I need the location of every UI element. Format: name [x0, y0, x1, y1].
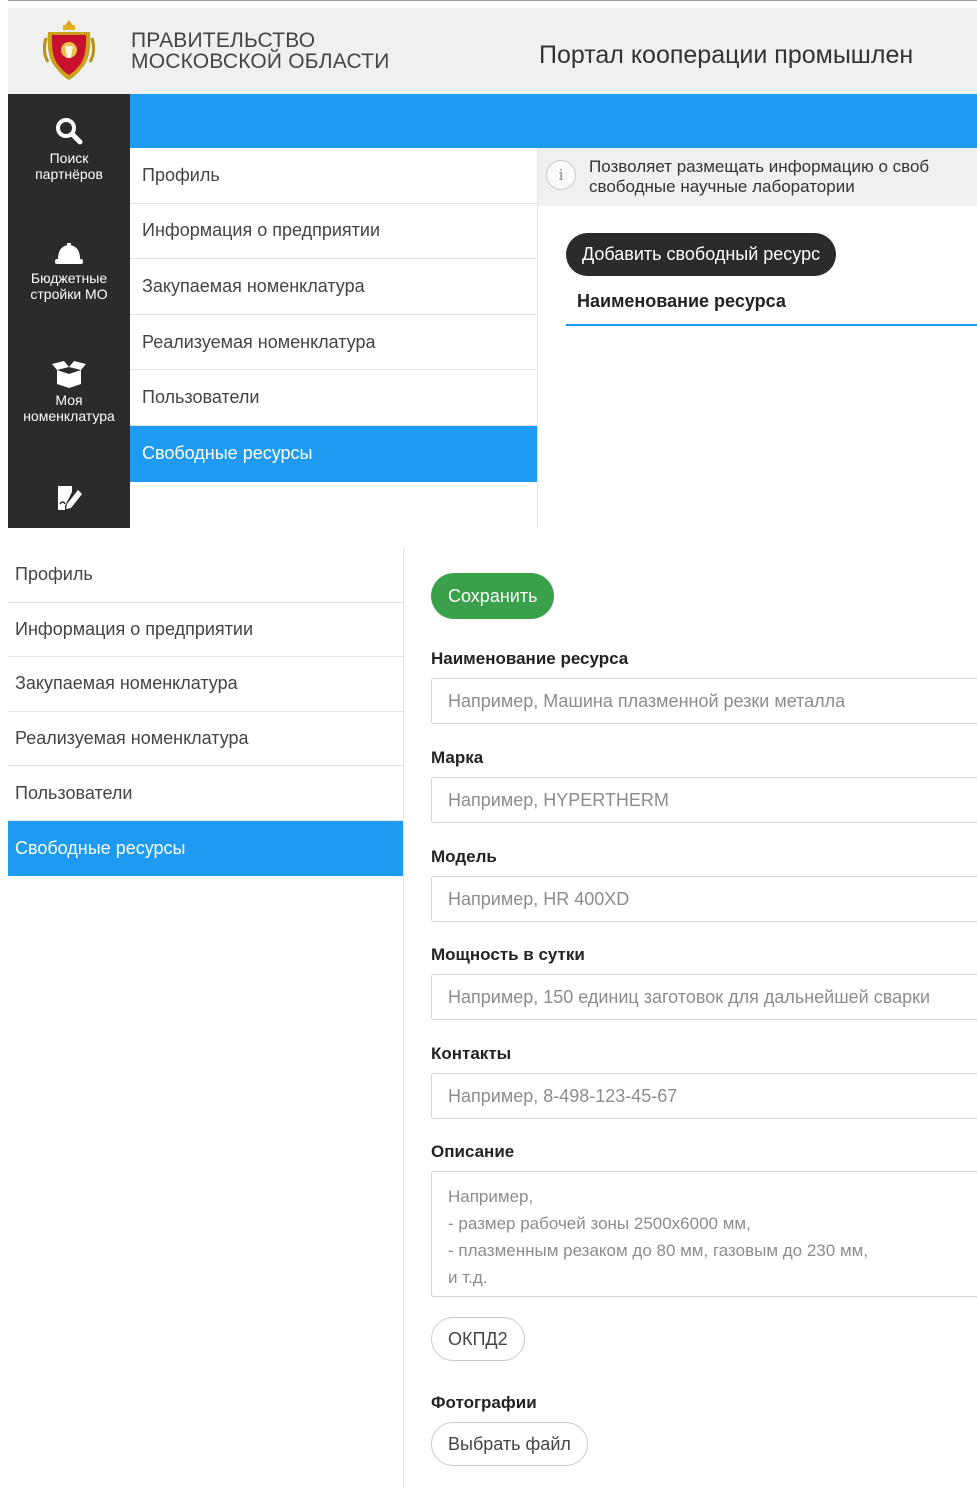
submenu-label: Профиль	[15, 564, 93, 585]
government-title: ПРАВИТЕЛЬСТВО МОСКОВСКОЙ ОБЛАСТИ	[131, 30, 390, 72]
submenu-label: Свободные ресурсы	[142, 443, 313, 464]
submenu-item-company-info[interactable]: Информация о предприятии	[130, 203, 538, 260]
submenu-label: Информация о предприятии	[15, 618, 254, 639]
description-label: Описание	[431, 1142, 515, 1161]
choose-file-button[interactable]: Выбрать файл	[431, 1422, 588, 1466]
blue-top-bar	[130, 94, 977, 148]
form-divider	[403, 548, 404, 1488]
profile-submenu: Профиль Информация о предприятии Закупае…	[8, 548, 403, 876]
save-button[interactable]: Сохранить	[431, 573, 555, 619]
portal-screenshot: ПРАВИТЕЛЬСТВО МОСКОВСКОЙ ОБЛАСТИ Портал …	[8, 0, 977, 528]
resource-form-screenshot: Профиль Информация о предприятии Закупае…	[8, 548, 977, 1488]
info-line2: свободные научные лаборатории	[589, 177, 855, 196]
okpd2-button[interactable]: ОКПД2	[431, 1317, 525, 1361]
contacts-label: Контакты	[431, 1044, 512, 1063]
info-text: Позволяет размещать информацию о своб св…	[589, 157, 929, 197]
nav-label: номенклатура	[23, 408, 115, 424]
nav-label: стройки МО	[30, 286, 108, 302]
nav-label: Моя	[55, 392, 83, 408]
submenu-item-free-resources[interactable]: Свободные ресурсы	[8, 820, 403, 876]
submenu-item-free-resources[interactable]: Свободные ресурсы	[130, 425, 538, 482]
nav-label: Бюджетные	[30, 270, 108, 286]
submenu-item-company-info[interactable]: Информация о предприятии	[8, 603, 403, 658]
model-label: Модель	[431, 847, 497, 866]
submenu-label: Профиль	[142, 164, 220, 185]
contacts-input[interactable]	[431, 1073, 977, 1119]
submenu-label: Пользователи	[142, 387, 260, 408]
submenu-label: Закупаемая номенклатура	[142, 275, 365, 296]
capacity-label: Мощность в сутки	[431, 945, 585, 964]
submenu-item-users[interactable]: Пользователи	[8, 766, 403, 821]
coat-of-arms-logo[interactable]	[42, 18, 96, 82]
brand-input[interactable]	[431, 777, 977, 823]
info-icon: i	[546, 160, 576, 190]
site-header: ПРАВИТЕЛЬСТВО МОСКОВСКОЙ ОБЛАСТИ Портал …	[8, 8, 977, 94]
model-input[interactable]	[431, 876, 977, 922]
nav-label: Поиск	[49, 150, 89, 166]
add-free-resource-button[interactable]: Добавить свободный ресурс	[566, 233, 837, 276]
submenu-item-sold-nomenclature[interactable]: Реализуемая номенклатура	[8, 712, 403, 767]
table-header-underline	[566, 324, 977, 326]
box-icon	[52, 361, 86, 388]
submenu-item-purchased-nomenclature[interactable]: Закупаемая номенклатура	[8, 657, 403, 712]
nav-label: партнёров	[35, 166, 103, 182]
submenu-item-users[interactable]: Пользователи	[130, 370, 538, 426]
submenu-item-sold-nomenclature[interactable]: Реализуемая номенклатура	[130, 314, 538, 371]
helmet-icon	[55, 243, 83, 264]
submenu-label: Закупаемая номенклатура	[15, 673, 238, 694]
nav-my-nomenclature[interactable]: Моя номенклатура	[8, 360, 130, 424]
submenu-item-purchased-nomenclature[interactable]: Закупаемая номенклатура	[130, 259, 538, 315]
left-icon-nav: Поиск партнёров Бюджетные стройки МО Моя…	[8, 94, 130, 528]
window-top-edge	[8, 0, 977, 8]
edit-document-icon	[58, 486, 82, 510]
resource-name-input[interactable]	[431, 678, 977, 724]
nav-partner-search[interactable]: Поиск партнёров	[8, 116, 130, 182]
photos-label: Фотографии	[431, 1393, 537, 1412]
submenu-label: Информация о предприятии	[142, 220, 381, 241]
submenu-item-profile[interactable]: Профиль	[8, 548, 403, 603]
portal-title: Портал кооперации промышлен	[539, 41, 914, 69]
info-banner: i Позволяет размещать информацию о своб …	[538, 148, 977, 206]
submenu-label: Реализуемая номенклатура	[142, 331, 376, 352]
submenu-label: Реализуемая номенклатура	[15, 728, 249, 749]
description-textarea[interactable]	[431, 1171, 977, 1297]
submenu-label: Пользователи	[15, 782, 133, 803]
search-icon	[56, 118, 83, 145]
submenu-label: Свободные ресурсы	[15, 837, 186, 858]
gov-title-line2: МОСКОВСКОЙ ОБЛАСТИ	[131, 50, 390, 73]
resource-name-column-header[interactable]: Наименование ресурса	[577, 291, 786, 312]
gov-title-line1: ПРАВИТЕЛЬСТВО	[131, 29, 316, 52]
nav-budget-construction[interactable]: Бюджетные стройки МО	[8, 240, 130, 302]
profile-submenu: Профиль Информация о предприятии Закупае…	[130, 148, 538, 482]
nav-documents[interactable]	[8, 484, 130, 516]
resource-name-label: Наименование ресурса	[431, 649, 629, 668]
submenu-item-profile[interactable]: Профиль	[130, 148, 538, 204]
info-line1: Позволяет размещать информацию о своб	[589, 157, 930, 176]
brand-label: Марка	[431, 748, 484, 767]
capacity-input[interactable]	[431, 974, 977, 1020]
